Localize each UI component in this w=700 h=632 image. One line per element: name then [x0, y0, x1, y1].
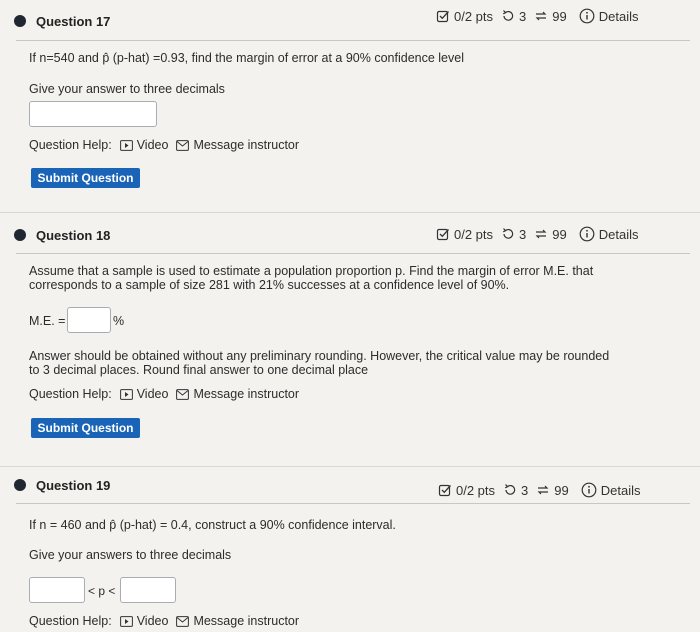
envelope-icon: [176, 139, 190, 151]
video-icon: [119, 388, 133, 400]
points-text: 0/2 pts: [454, 226, 494, 242]
question-18-prompt-line-1: Assume that a sample is used to estimate…: [29, 264, 594, 278]
retries-count: 3: [519, 8, 527, 24]
info-icon: [579, 226, 595, 242]
question-17-title: Question 17: [36, 14, 111, 29]
interval-symbol: < p <: [88, 584, 116, 598]
question-separator: [0, 212, 700, 213]
retries-count: 3: [519, 226, 527, 242]
answer-input[interactable]: [29, 101, 157, 127]
message-label: Message instructor: [193, 138, 300, 152]
rounding-note-line-1: Answer should be obtained without any pr…: [29, 349, 610, 363]
me-label: M.E. =: [29, 314, 66, 328]
upper-bound-input[interactable]: [120, 577, 176, 603]
question-help: Question Help: Video Message instructor: [29, 138, 299, 152]
question-18-title: Question 18: [36, 228, 111, 243]
details-link[interactable]: Details: [599, 227, 639, 242]
question-bullet: [14, 15, 26, 27]
score-icon: [438, 484, 451, 497]
question-17-instruction: Give your answer to three decimals: [29, 82, 225, 96]
question-help: Question Help: Video Message instructor: [29, 387, 299, 401]
question-18-prompt-line-2: corresponds to a sample of size 281 with…: [29, 278, 510, 292]
points-text: 0/2 pts: [456, 482, 496, 498]
header-divider: [16, 253, 690, 254]
message-instructor-link[interactable]: Message instructor: [176, 614, 299, 628]
help-label: Question Help:: [29, 614, 112, 628]
submit-question-button[interactable]: Submit Question: [31, 168, 140, 188]
message-instructor-link[interactable]: Message instructor: [176, 138, 299, 152]
score-icon: [436, 10, 449, 23]
details-link[interactable]: Details: [599, 9, 639, 24]
video-icon: [119, 615, 133, 627]
message-label: Message instructor: [193, 614, 300, 628]
attempts-count: 99: [552, 226, 567, 242]
retry-icon: [502, 228, 514, 239]
attempts-icon: [537, 485, 549, 495]
help-label: Question Help:: [29, 138, 112, 152]
video-link[interactable]: Video: [119, 387, 169, 401]
margin-of-error-input[interactable]: [67, 307, 111, 333]
details-link[interactable]: Details: [601, 483, 641, 498]
video-link[interactable]: Video: [119, 614, 169, 628]
lower-bound-input[interactable]: [29, 577, 85, 603]
video-label: Video: [136, 614, 169, 628]
envelope-icon: [176, 388, 190, 400]
attempts-icon: [535, 229, 547, 239]
attempts-icon: [535, 11, 547, 21]
video-link[interactable]: Video: [119, 138, 169, 152]
question-bullet: [14, 229, 26, 241]
question-bullet: [14, 479, 26, 491]
video-label: Video: [136, 138, 169, 152]
score-icon: [436, 228, 449, 241]
retry-icon: [504, 484, 516, 495]
question-separator: [0, 466, 700, 467]
question-19-title: Question 19: [36, 478, 111, 493]
question-help: Question Help: Video Message instructor: [29, 614, 299, 628]
points-text: 0/2 pts: [454, 8, 494, 24]
question-18-meta: 0/2 pts 3 99 Details: [436, 226, 638, 242]
attempts-count: 99: [554, 482, 569, 498]
retry-icon: [502, 10, 514, 21]
question-19-instruction: Give your answers to three decimals: [29, 548, 232, 562]
info-icon: [579, 8, 595, 24]
video-label: Video: [136, 387, 169, 401]
retries-count: 3: [521, 482, 529, 498]
message-instructor-link[interactable]: Message instructor: [176, 387, 299, 401]
envelope-icon: [176, 615, 190, 627]
question-17-meta: 0/2 pts 3 99 Details: [436, 8, 638, 24]
help-label: Question Help:: [29, 387, 112, 401]
question-19-meta: 0/2 pts 3 99 Details: [438, 482, 640, 498]
video-icon: [119, 139, 133, 151]
rounding-note-line-2: to 3 decimal places. Round final answer …: [29, 363, 369, 377]
submit-question-button[interactable]: Submit Question: [31, 418, 140, 438]
header-divider: [16, 40, 690, 41]
message-label: Message instructor: [193, 387, 300, 401]
info-icon: [581, 482, 597, 498]
header-divider: [16, 503, 690, 504]
attempts-count: 99: [552, 8, 567, 24]
question-19-prompt: If n = 460 and p̂ (p-hat) = 0.4, constru…: [29, 518, 396, 532]
question-17-prompt: If n=540 and p̂ (p-hat) =0.93, find the …: [29, 51, 464, 65]
percent-sign: %: [113, 314, 125, 328]
